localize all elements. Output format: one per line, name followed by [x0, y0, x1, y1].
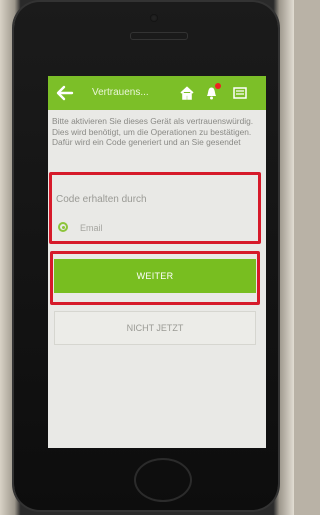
notification-dot [215, 83, 221, 89]
phone-screen: Vertrauens... Bitte aktivieren Sie diese… [48, 76, 266, 448]
menu-icon[interactable] [233, 86, 247, 100]
email-radio-label: Email [80, 223, 103, 233]
code-section-highlight [49, 172, 261, 244]
page-title: Vertrauens... [92, 87, 149, 98]
front-camera [150, 14, 158, 22]
code-section-title: Code erhalten durch [56, 194, 147, 205]
earpiece-speaker [130, 32, 188, 40]
email-radio[interactable] [58, 222, 68, 232]
not-now-button[interactable]: NICHT JETZT [54, 311, 256, 345]
back-arrow-icon[interactable] [56, 85, 74, 101]
home-button[interactable] [134, 458, 192, 502]
app-bar: Vertrauens... [48, 76, 266, 110]
home-icon[interactable] [180, 86, 194, 100]
info-text: Bitte aktivieren Sie dieses Gerät als ve… [52, 116, 254, 147]
weiter-button[interactable]: WEITER [54, 259, 256, 293]
